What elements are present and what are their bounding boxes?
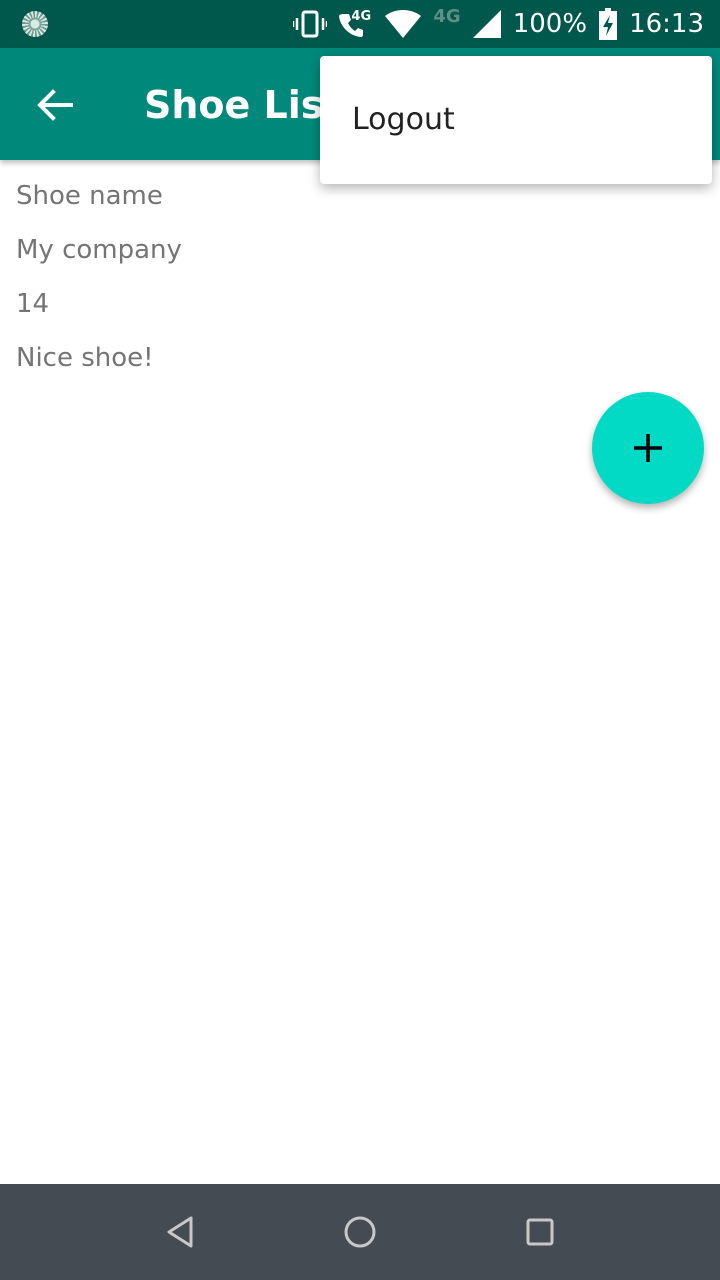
arrow-back-icon [37, 89, 73, 121]
overflow-menu: Logout [320, 56, 712, 184]
battery-charging-icon [599, 8, 618, 40]
back-triangle-icon [167, 1216, 193, 1248]
recents-square-icon [526, 1218, 554, 1246]
loading-indicator-icon [22, 11, 48, 37]
add-shoe-button[interactable] [592, 392, 704, 504]
wifi-icon [385, 10, 422, 38]
shoe-name: Shoe name [16, 181, 163, 211]
signal-icon [472, 10, 501, 38]
shoe-list-item: Shoe name My company 14 Nice shoe! [16, 176, 182, 392]
vibrate-icon [293, 9, 328, 39]
status-bar: 4G 4G 100% 16:13 [0, 0, 720, 48]
home-circle-icon [344, 1216, 376, 1248]
menu-item-logout[interactable]: Logout [352, 100, 455, 140]
nav-recents-button[interactable] [510, 1202, 570, 1262]
volte-label: 4G [351, 9, 372, 24]
battery-percentage: 100% [512, 9, 588, 39]
clock: 16:13 [629, 9, 704, 39]
page-title: Shoe List [144, 83, 342, 127]
navigation-bar [0, 1184, 720, 1280]
nav-home-button[interactable] [330, 1202, 390, 1262]
plus-icon [634, 434, 662, 462]
nav-back-button[interactable] [150, 1202, 210, 1262]
volte-call-icon: 4G [339, 9, 373, 39]
shoe-company: My company [16, 235, 182, 265]
network-type-label: 4G [433, 5, 461, 27]
back-button[interactable] [30, 80, 80, 130]
shoe-description: Nice shoe! [16, 343, 154, 373]
status-icons: 4G 4G 100% 16:13 [293, 0, 704, 48]
shoe-size: 14 [16, 289, 50, 319]
